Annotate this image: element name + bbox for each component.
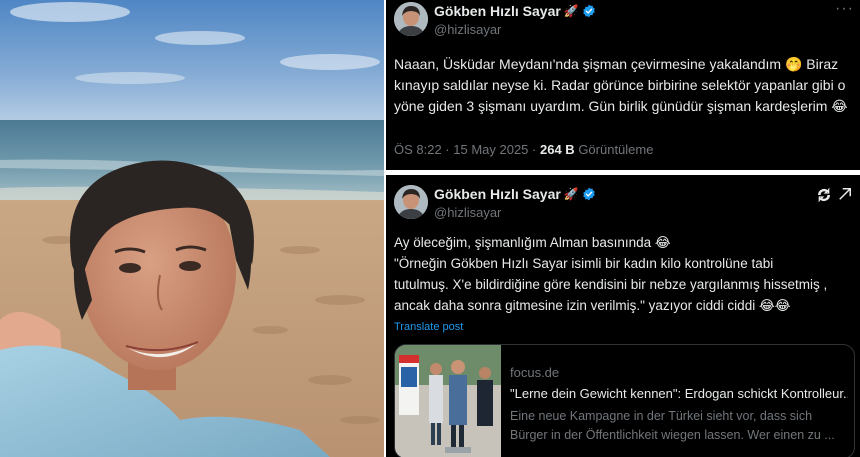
avatar[interactable]	[394, 185, 428, 219]
author-row: Gökben Hızlı Sayar 🚀	[434, 186, 596, 202]
author-display-name[interactable]: Gökben Hızlı Sayar	[434, 186, 561, 202]
author-display-name[interactable]: Gökben Hızlı Sayar	[434, 3, 561, 19]
tweet-timestamp[interactable]: ÖS 8:22 · 15 May 2025 ·	[394, 142, 536, 157]
tweet-post-2[interactable]: Gökben Hızlı Sayar 🚀 @hizlisayar Ay ölec…	[386, 175, 860, 457]
link-preview-description: Eine neue Kampagne in der Türkei sieht v…	[510, 409, 835, 442]
link-preview-card[interactable]: focus.de "Lerne dein Gewicht kennen": Er…	[394, 344, 855, 457]
repost-icon[interactable]	[816, 187, 832, 203]
link-preview-domain: focus.de	[510, 365, 560, 380]
more-icon[interactable]: ···	[835, 0, 854, 18]
rocket-emoji-icon: 🚀	[563, 187, 579, 201]
views-label: Görüntüleme	[578, 142, 654, 157]
verified-badge-icon	[583, 187, 595, 201]
link-preview-thumbnail	[395, 345, 501, 457]
views-count: 264 B	[539, 142, 575, 157]
tweet-text: Naaan, Üsküdar Meydanı'nda şişman çevirm…	[394, 56, 848, 114]
author-row: Gökben Hızlı Sayar 🚀	[434, 3, 596, 19]
rocket-emoji-icon: 🚀	[563, 4, 579, 18]
translate-post-link[interactable]: Translate post	[394, 321, 463, 333]
avatar[interactable]	[394, 2, 428, 36]
author-handle[interactable]: @hizlisayar	[434, 205, 501, 220]
link-preview-title: "Lerne dein Gewicht kennen": Erdogan sch…	[510, 386, 848, 401]
tweet-text: Ay öleceğim, şişmanlığım Alman basınında…	[394, 235, 828, 313]
tweet-post-1[interactable]: Gökben Hızlı Sayar 🚀 @hizlisayar ··· Naa…	[386, 0, 860, 170]
author-handle[interactable]: @hizlisayar	[434, 22, 501, 37]
grok-icon[interactable]	[836, 185, 854, 203]
beach-selfie-photo	[0, 0, 384, 457]
tweet-meta: ÖS 8:22 · 15 May 2025 · 264 B Görüntülem…	[394, 142, 653, 157]
verified-badge-icon	[583, 4, 595, 18]
tweets-panel: Gökben Hızlı Sayar 🚀 @hizlisayar ··· Naa…	[386, 0, 860, 457]
